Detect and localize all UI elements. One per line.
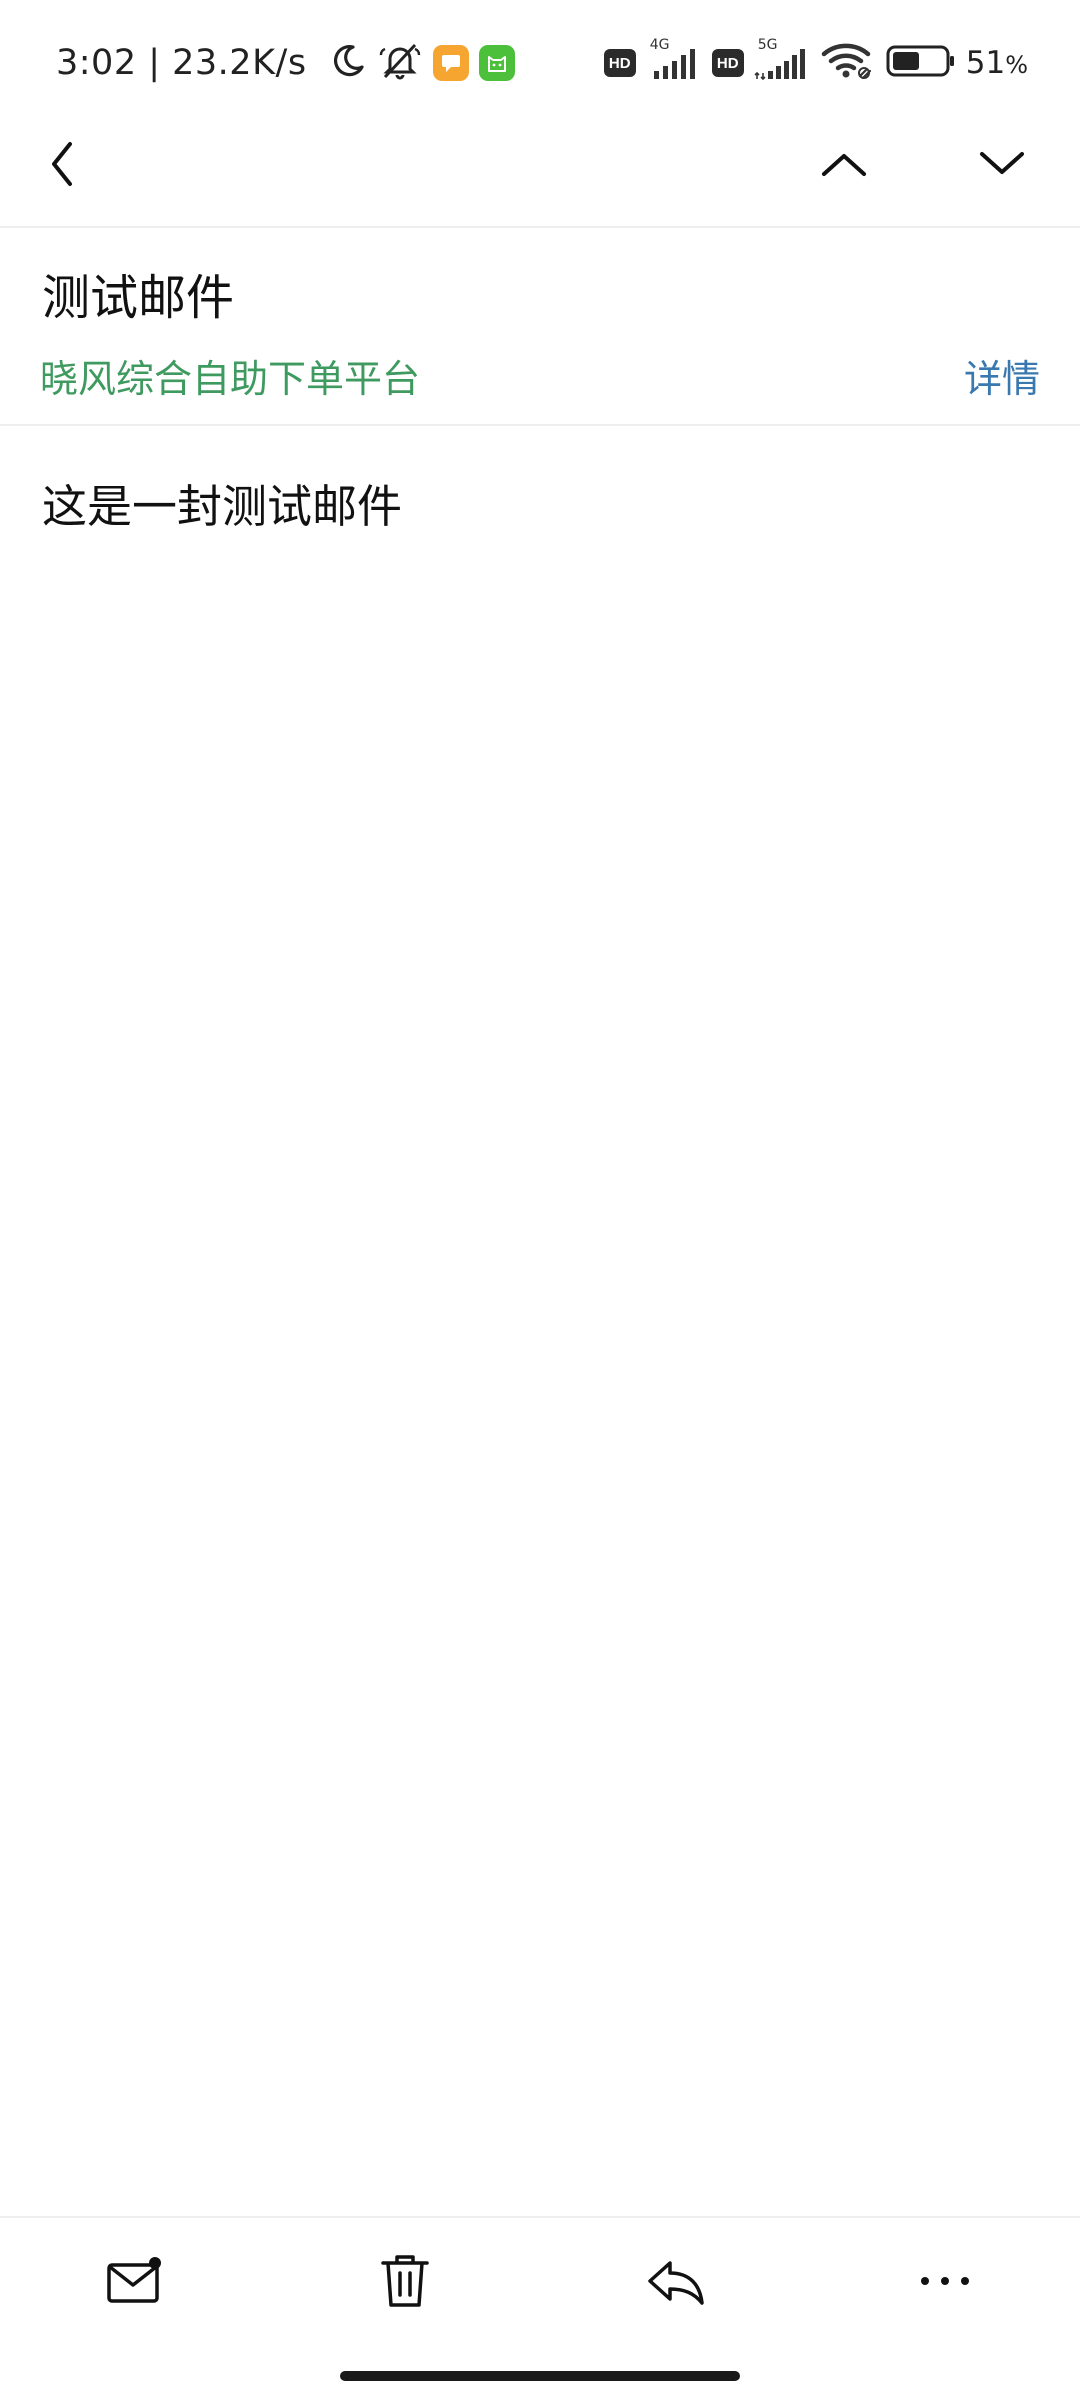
battery-icon (886, 44, 956, 82)
more-button[interactable] (900, 2238, 990, 2328)
mail-unread-icon (105, 2255, 165, 2311)
reply-icon (644, 2253, 706, 2313)
battery-value: 51 (965, 45, 1006, 81)
signal-icon: 4G (646, 37, 702, 83)
details-link[interactable]: 详情 (964, 348, 1040, 403)
hd-badge-2: HD (711, 49, 744, 77)
nav-divider (0, 226, 1080, 228)
chevron-up-icon (816, 144, 872, 188)
silent-bell-icon (377, 41, 423, 85)
header-divider (0, 424, 1080, 426)
mark-unread-button[interactable] (90, 2238, 180, 2328)
trash-icon (377, 2251, 433, 2315)
next-mail-button[interactable] (962, 126, 1042, 206)
back-icon (42, 136, 82, 196)
chevron-down-icon (974, 144, 1030, 188)
home-indicator[interactable] (340, 2371, 740, 2381)
back-button[interactable] (22, 126, 102, 206)
moon-icon (329, 42, 367, 84)
status-bar: 3:02 | 23.2K/s HD 4G HD 5G 51% (0, 0, 1080, 126)
cat-app-badge (478, 45, 515, 81)
more-icon (915, 2271, 975, 2295)
hd-badge: HD (603, 49, 636, 77)
status-right: HD 4G HD 5G 51% (594, 36, 1028, 90)
signal-icon-2: 5G (754, 37, 810, 83)
status-time: 3:02 | 23.2K/s (56, 43, 307, 83)
mail-body: 这是一封测试邮件 (42, 480, 403, 533)
mail-subject: 测试邮件 (42, 270, 235, 326)
status-left: 3:02 | 23.2K/s (56, 36, 515, 90)
status-left-icons (319, 41, 515, 85)
battery-percentage: 51% (966, 45, 1028, 81)
wifi-icon (820, 40, 876, 86)
mail-sender[interactable]: 晓风综合自助下单平台 (40, 348, 420, 403)
message-app-badge (432, 45, 469, 81)
battery-unit: % (1005, 51, 1028, 79)
delete-button[interactable] (360, 2238, 450, 2328)
bottom-toolbar (0, 2216, 1080, 2356)
reply-button[interactable] (630, 2238, 720, 2328)
previous-mail-button[interactable] (804, 126, 884, 206)
top-nav (0, 126, 1080, 226)
